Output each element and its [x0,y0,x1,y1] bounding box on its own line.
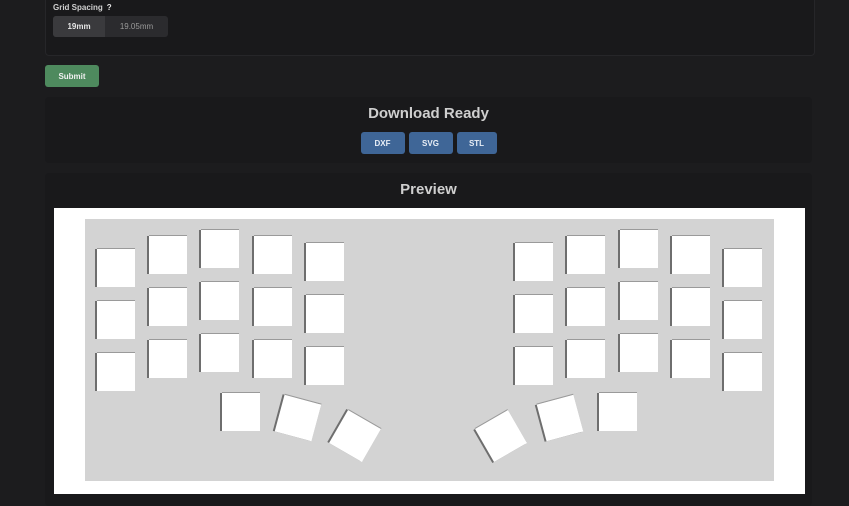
grid-spacing-label: Grid Spacing? [53,3,112,12]
download-panel: Download Ready DXF SVG STL [45,97,812,163]
key-right-c2-r1 [567,236,605,274]
download-dxf-button[interactable]: DXF [360,132,405,154]
key-left-c1-r3 [97,353,135,391]
key-left-c2-r1 [149,236,187,274]
key-right-c5-r2 [724,301,762,339]
help-icon[interactable]: ? [107,3,112,12]
key-left-thumb-3 [329,410,381,462]
preview-panel: Preview [45,173,812,506]
preview-canvas [54,208,805,494]
key-right-c1-r2 [515,295,553,333]
key-right-c4-r2 [672,288,710,326]
key-left-c5-r1 [306,243,344,281]
key-left-c1-r2 [97,301,135,339]
download-buttons: DXF SVG STL [45,132,812,154]
key-right-c1-r1 [515,243,553,281]
key-right-thumb-3 [475,410,527,462]
download-stl-button[interactable]: STL [456,132,497,154]
grid-spacing-label-text: Grid Spacing [53,3,103,12]
key-left-thumb-2 [274,394,322,442]
key-left-c2-r3 [149,340,187,378]
key-right-c2-r2 [567,288,605,326]
key-left-c3-r3 [201,334,239,372]
key-right-c1-r3 [515,347,553,385]
grid-spacing-option-19-05mm[interactable]: 19.05mm [105,16,168,37]
key-right-thumb-1 [599,393,637,431]
key-right-thumb-2 [536,394,584,442]
download-title: Download Ready [368,105,489,122]
key-right-c5-r3 [724,353,762,391]
key-right-c3-r2 [620,282,658,320]
key-right-c4-r3 [672,340,710,378]
grid-spacing-selector[interactable]: 19mm 19.05mm [53,16,168,37]
key-left-c4-r1 [254,236,292,274]
key-right-c3-r1 [620,230,658,268]
key-left-c5-r3 [306,347,344,385]
key-left-c4-r3 [254,340,292,378]
key-right-c3-r3 [620,334,658,372]
key-left-c1-r1 [97,249,135,287]
key-right-c5-r1 [724,249,762,287]
key-left-c3-r2 [201,282,239,320]
keyboard-plate [85,219,774,481]
key-left-c4-r2 [254,288,292,326]
key-left-thumb-1 [222,393,260,431]
key-left-c5-r2 [306,295,344,333]
key-right-c4-r1 [672,236,710,274]
download-svg-button[interactable]: SVG [408,132,453,154]
key-left-c3-r1 [201,230,239,268]
key-left-c2-r2 [149,288,187,326]
submit-button[interactable]: Submit [45,65,99,87]
preview-title: Preview [400,181,457,198]
key-right-c2-r3 [567,340,605,378]
grid-spacing-option-19mm[interactable]: 19mm [53,16,105,37]
